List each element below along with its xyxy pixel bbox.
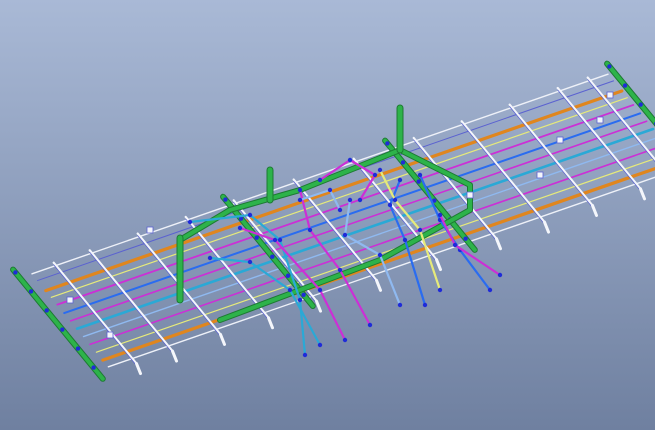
branch-node[interactable] — [337, 207, 343, 213]
branch-node[interactable] — [497, 272, 503, 278]
branch-node[interactable] — [417, 172, 423, 178]
branch-node[interactable] — [297, 297, 303, 303]
bolt-node[interactable] — [60, 327, 65, 332]
bolt-node[interactable] — [416, 179, 421, 184]
branch-node[interactable] — [397, 177, 403, 183]
branch-node[interactable] — [237, 225, 243, 231]
branch-node[interactable] — [342, 337, 348, 343]
bolt-node[interactable] — [301, 292, 306, 297]
branch-node[interactable] — [377, 252, 383, 258]
bolt-node[interactable] — [254, 235, 259, 240]
branch-node[interactable] — [317, 177, 323, 183]
branch-node[interactable] — [297, 187, 303, 193]
branch-node[interactable] — [317, 342, 323, 348]
bolt-node[interactable] — [28, 289, 34, 294]
branch-node[interactable] — [437, 212, 443, 218]
bolt-node[interactable] — [463, 236, 468, 241]
branch-node[interactable] — [207, 255, 213, 261]
viewport-background — [0, 0, 655, 430]
branch-node[interactable] — [397, 302, 403, 308]
bolt-node[interactable] — [285, 273, 291, 278]
branch-node[interactable] — [337, 267, 343, 273]
branch-node[interactable] — [247, 212, 253, 218]
bolt-node[interactable] — [75, 346, 81, 351]
branch-node[interactable] — [287, 287, 293, 293]
branch-node[interactable] — [487, 287, 493, 293]
branch-node[interactable] — [437, 287, 443, 293]
pipe-fitting[interactable] — [466, 191, 474, 199]
bolt-node[interactable] — [270, 254, 275, 259]
bolt-node[interactable] — [13, 270, 18, 275]
bolt-node[interactable] — [44, 308, 49, 313]
branch-node[interactable] — [422, 302, 428, 308]
pipe-rack-model[interactable] — [0, 0, 655, 430]
pipe-fitting[interactable] — [596, 116, 604, 124]
bolt-node[interactable] — [385, 141, 390, 146]
branch-node[interactable] — [297, 197, 303, 203]
branch-node[interactable] — [347, 197, 353, 203]
branch-node[interactable] — [272, 237, 278, 243]
branch-node[interactable] — [327, 187, 333, 193]
branch-node[interactable] — [367, 322, 373, 328]
branch-node[interactable] — [357, 197, 363, 203]
branch-node[interactable] — [277, 237, 283, 243]
branch-node[interactable] — [307, 227, 313, 233]
bolt-node[interactable] — [622, 83, 628, 88]
branch-node[interactable] — [452, 242, 458, 248]
branch-node[interactable] — [342, 232, 348, 238]
pipe-fitting[interactable] — [606, 91, 614, 99]
pipe-fitting[interactable] — [536, 171, 544, 179]
pipe-fitting[interactable] — [556, 136, 564, 144]
branch-node[interactable] — [347, 157, 353, 163]
branch-node[interactable] — [247, 259, 253, 265]
3d-model-viewport[interactable] — [0, 0, 655, 430]
bolt-node[interactable] — [607, 64, 612, 69]
pipe-fitting[interactable] — [146, 226, 154, 234]
branch-node[interactable] — [372, 172, 378, 178]
bolt-node[interactable] — [91, 365, 96, 370]
bolt-node[interactable] — [400, 160, 406, 165]
branch-node[interactable] — [302, 352, 308, 358]
bolt-node[interactable] — [638, 102, 643, 107]
branch-node[interactable] — [387, 202, 393, 208]
branch-node[interactable] — [187, 219, 193, 225]
branch-node[interactable] — [402, 237, 408, 243]
pipe-fitting[interactable] — [66, 296, 74, 304]
branch-node[interactable] — [377, 167, 383, 173]
branch-node[interactable] — [417, 227, 423, 233]
pipe-fitting[interactable] — [106, 331, 114, 339]
branch-node[interactable] — [317, 287, 323, 293]
bolt-node[interactable] — [223, 197, 228, 202]
branch-node[interactable] — [392, 197, 398, 203]
